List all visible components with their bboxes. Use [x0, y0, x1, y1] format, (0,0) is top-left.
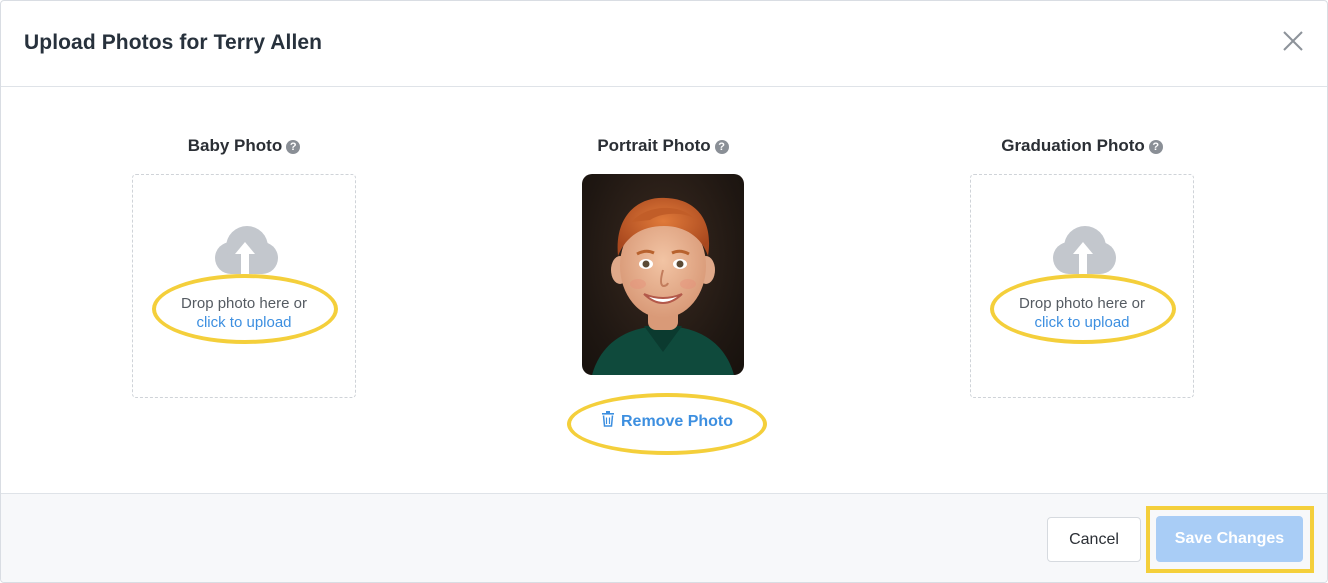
graduation-photo-dropzone[interactable]: Drop photo here or click to upload — [970, 174, 1194, 398]
modal-footer: Cancel Save Changes — [1, 493, 1327, 582]
graduation-photo-heading: Graduation Photo? — [932, 136, 1232, 156]
save-changes-button[interactable]: Save Changes — [1156, 516, 1303, 562]
modal-body: Baby Photo? Drop photo here or click to … — [1, 87, 1327, 493]
remove-photo-label: Remove Photo — [621, 413, 734, 430]
drop-instruction: Drop photo here or — [1019, 295, 1145, 312]
dropzone-text: Drop photo here or click to upload — [133, 294, 355, 332]
baby-photo-label: Baby Photo — [187, 136, 283, 155]
dropzone-text: Drop photo here or click to upload — [971, 294, 1193, 332]
cloud-upload-icon — [1053, 226, 1116, 275]
modal-header: Upload Photos for Terry Allen — [1, 1, 1327, 87]
portrait-photo-heading: Portrait Photo? — [513, 136, 813, 156]
question-circle-icon[interactable]: ? — [286, 140, 301, 154]
click-to-upload-link[interactable]: click to upload — [971, 313, 1193, 332]
baby-photo-dropzone[interactable]: Drop photo here or click to upload — [132, 174, 356, 398]
remove-photo-button[interactable]: Remove Photo — [601, 411, 733, 431]
question-circle-icon[interactable]: ? — [714, 140, 729, 154]
modal-title: Upload Photos for Terry Allen — [24, 31, 323, 54]
portrait-photo-image — [582, 174, 744, 375]
baby-photo-heading: Baby Photo? — [94, 136, 394, 156]
drop-instruction: Drop photo here or — [181, 295, 307, 312]
trash-icon — [602, 411, 614, 427]
upload-photos-modal: Upload Photos for Terry Allen Baby Photo… — [0, 0, 1328, 583]
portrait-photo-label: Portrait Photo — [597, 136, 711, 155]
close-icon[interactable] — [1281, 29, 1305, 53]
cloud-upload-icon — [215, 226, 278, 275]
graduation-photo-label: Graduation Photo — [1001, 136, 1145, 155]
question-circle-icon[interactable]: ? — [1148, 140, 1163, 154]
click-to-upload-link[interactable]: click to upload — [133, 313, 355, 332]
cancel-button[interactable]: Cancel — [1047, 517, 1141, 562]
